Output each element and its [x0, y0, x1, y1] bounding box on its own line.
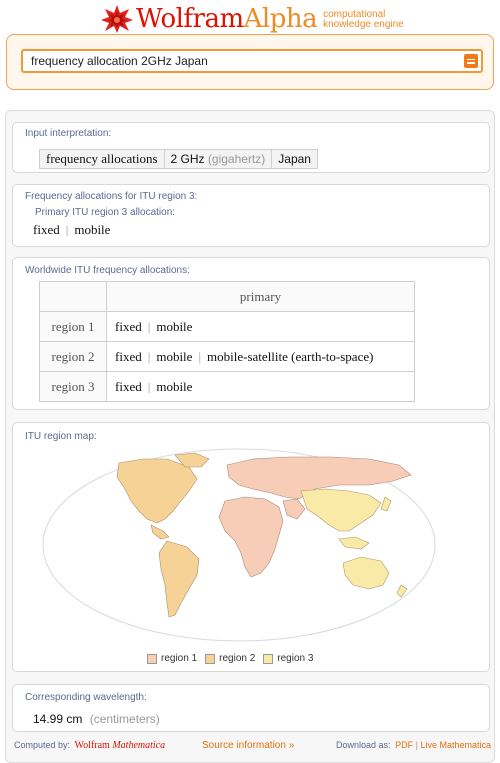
allocation-value: mobile	[156, 318, 193, 334]
search-input[interactable]	[31, 51, 451, 71]
brand-tagline: computational knowledge engine	[323, 10, 404, 30]
wavelength-pod: Corresponding wavelength: 14.99 cm (cent…	[12, 684, 490, 732]
allocation-value: mobile	[156, 378, 193, 394]
legend-item-region-2: region 2	[205, 653, 255, 664]
equals-icon-bar-bottom	[467, 62, 475, 64]
engine-link[interactable]: Wolfram Mathematica	[75, 740, 166, 751]
results-container: Input interpretation: frequency allocati…	[5, 110, 495, 763]
results-footer: Computed by: Wolfram Mathematica Source …	[10, 740, 491, 754]
interp-unit: (gigahertz)	[207, 152, 266, 166]
search-frame	[6, 34, 494, 90]
download-pdf-link[interactable]: PDF	[395, 740, 413, 750]
legend-label: region 3	[277, 653, 314, 664]
wavelength-value: 14.99 cm	[33, 712, 83, 726]
wolframalpha-logo[interactable]: WolframAlpha computational knowledge eng…	[100, 4, 404, 34]
table-row: region 2 fixed | mobile | mobile-satellite (…	[39, 341, 415, 372]
pod-title: Frequency allocations for ITU region 3:	[25, 191, 198, 202]
computed-by: Computed by: Wolfram Mathematica	[14, 740, 165, 751]
wavelength-result: 14.99 cm (centimeters)	[33, 712, 160, 726]
pod-title: ITU region map:	[25, 431, 97, 442]
table-header-row: primary	[39, 281, 415, 312]
search-box	[21, 49, 483, 73]
separator: |	[147, 348, 151, 364]
download-options: Download as: PDF | Live Mathematica	[336, 740, 491, 750]
computed-by-label: Computed by:	[14, 740, 71, 750]
separator: |	[415, 740, 418, 750]
compute-button[interactable]	[464, 54, 478, 68]
allocation-value: fixed	[115, 348, 142, 364]
tagline-line2: knowledge engine	[323, 19, 404, 30]
legend-swatch	[263, 653, 274, 664]
separator: |	[147, 318, 151, 334]
row-values: fixed | mobile | mobile-satellite (earth-to-…	[106, 341, 415, 372]
pod-subtitle: Primary ITU region 3 allocation:	[35, 207, 176, 218]
source-information-link[interactable]: Source information »	[202, 740, 294, 751]
separator: |	[198, 348, 202, 364]
legend-swatch	[205, 653, 216, 664]
row-label: region 1	[39, 311, 107, 342]
map-legend: region 1 region 2 region 3	[147, 653, 313, 664]
worldwide-allocations-table: primary region 1 fixed | mobile region 2 f…	[39, 281, 415, 402]
brand-alpha: Alpha	[243, 4, 318, 34]
interp-cell-quantity: frequency allocations	[39, 149, 165, 169]
equals-icon-bar-top	[467, 58, 475, 60]
row-values: fixed | mobile	[106, 371, 415, 402]
wavelength-unit: (centimeters)	[89, 712, 160, 726]
brand-wolfram: Wolfram	[136, 4, 244, 34]
legend-label: region 2	[219, 653, 256, 664]
allocation-value: mobile-satellite (earth-to-space)	[207, 348, 374, 364]
itu-region3-pod: Frequency allocations for ITU region 3: …	[12, 184, 490, 247]
interp-cell-country: Japan	[271, 149, 318, 169]
table-row: region 3 fixed | mobile	[39, 371, 415, 402]
itu3-values: fixed | mobile	[33, 222, 110, 238]
interp-cell-value: 2 GHz (gigahertz)	[163, 149, 273, 169]
table-row: region 1 fixed | mobile	[39, 311, 415, 342]
table-corner-cell	[39, 281, 107, 312]
itu3-value: mobile	[74, 222, 111, 237]
interp-value: 2 GHz	[170, 152, 205, 166]
separator: |	[147, 378, 151, 394]
separator: |	[65, 222, 69, 237]
legend-swatch	[147, 653, 157, 664]
column-header-primary: primary	[106, 281, 415, 312]
brand-wordmark: WolframAlpha	[136, 4, 318, 34]
wolfram-spikey-icon	[101, 5, 133, 33]
pod-title: Worldwide ITU frequency allocations:	[25, 265, 190, 276]
allocation-value: fixed	[115, 318, 142, 334]
input-interpretation-pod: Input interpretation: frequency allocati…	[12, 122, 490, 173]
allocation-value: mobile	[156, 348, 193, 364]
legend-item-region-1: region 1	[147, 653, 197, 664]
itu3-value: fixed	[33, 222, 60, 237]
itu-region-map	[42, 448, 436, 642]
row-values: fixed | mobile	[106, 311, 415, 342]
legend-item-region-3: region 3	[263, 653, 313, 664]
allocation-value: fixed	[115, 378, 142, 394]
pod-title: Input interpretation:	[25, 128, 112, 139]
row-label: region 2	[39, 341, 107, 372]
engine-mathematica: Mathematica	[112, 740, 166, 751]
live-mathematica-link[interactable]: Live Mathematica	[420, 740, 491, 750]
pod-title: Corresponding wavelength:	[25, 692, 147, 703]
itu-region-map-pod: ITU region map: region 1 region 2 region…	[12, 422, 490, 672]
worldwide-allocations-pod: Worldwide ITU frequency allocations: pri…	[12, 257, 490, 410]
legend-label: region 1	[161, 653, 198, 664]
input-interpretation-table: frequency allocations 2 GHz (gigahertz) …	[39, 149, 318, 169]
engine-wolfram: Wolfram	[74, 740, 110, 751]
download-label: Download as:	[336, 740, 391, 750]
row-label: region 3	[39, 371, 107, 402]
